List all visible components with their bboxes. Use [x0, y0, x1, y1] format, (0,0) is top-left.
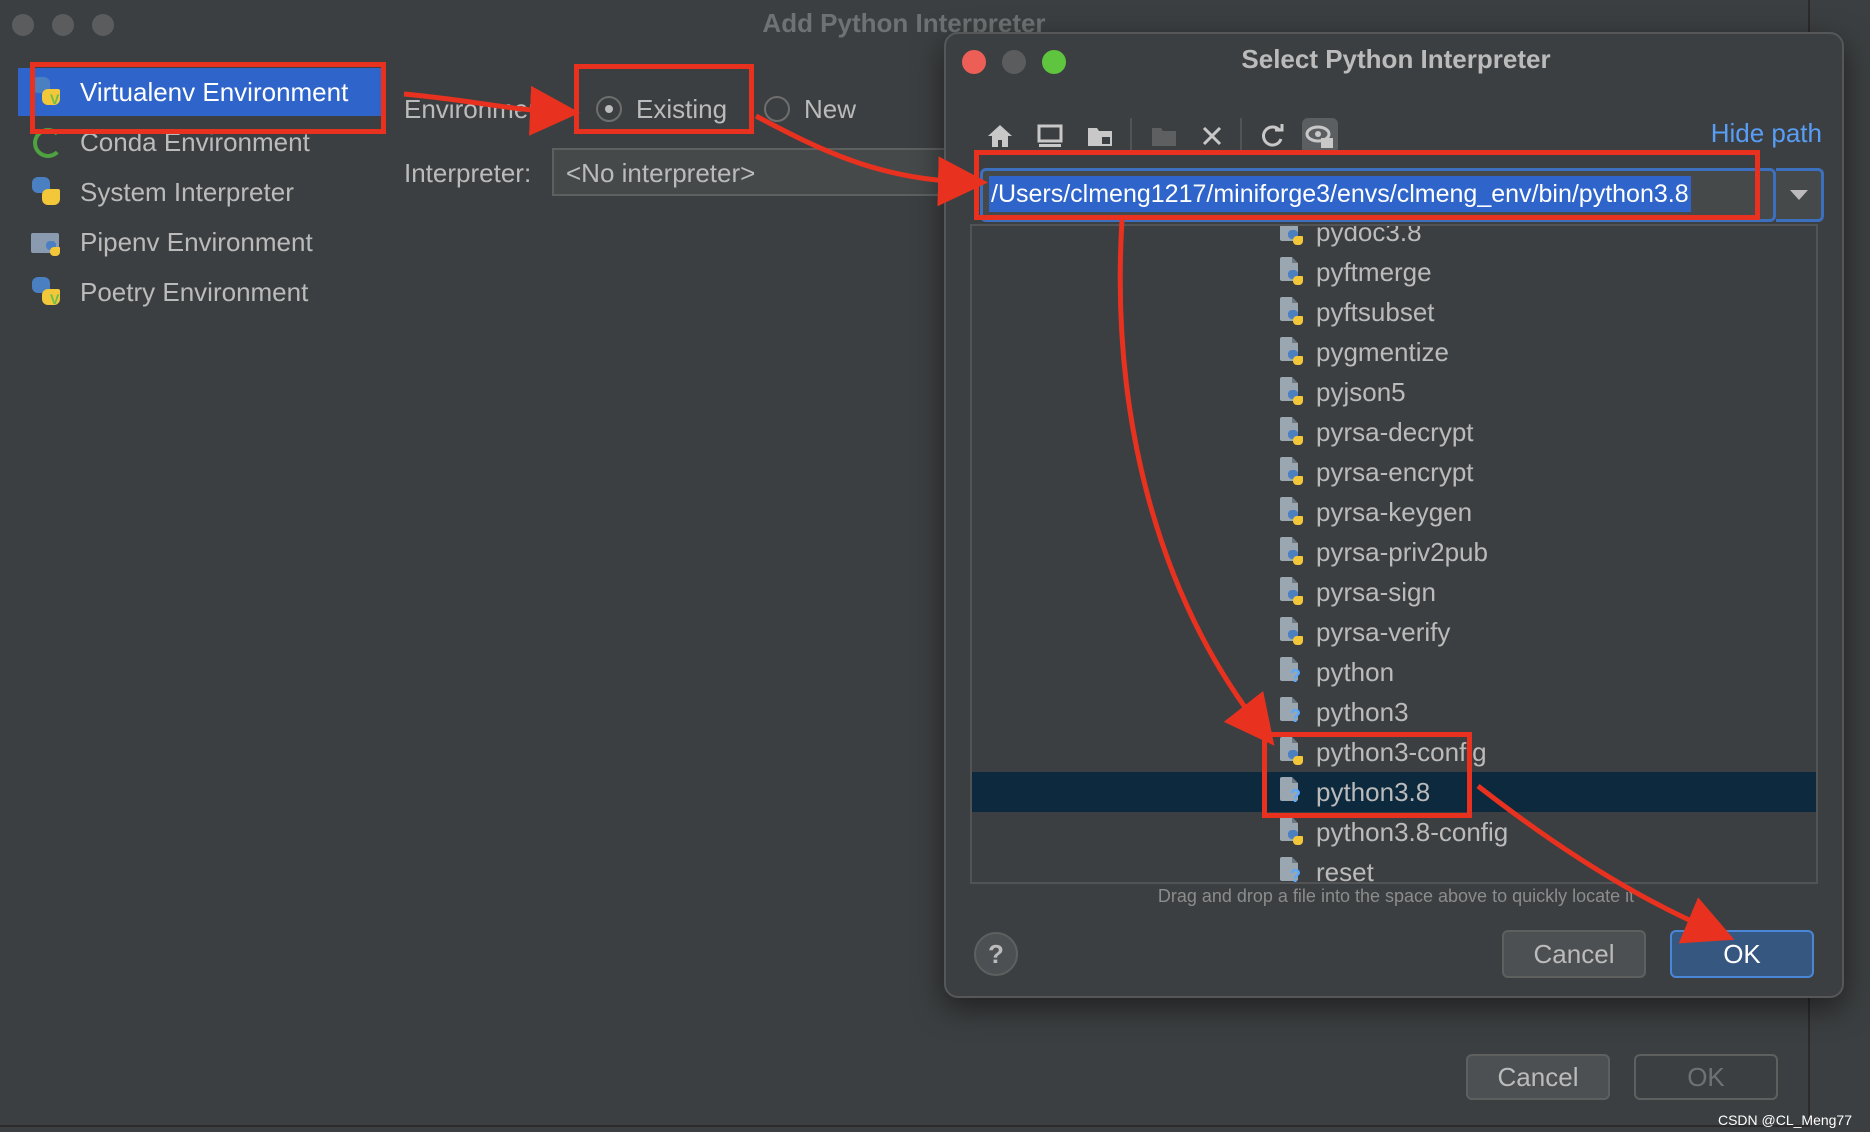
watermark: CSDN @CL_Meng77 [1717, 1112, 1852, 1128]
annotation-arrows [403, 85, 1735, 944]
